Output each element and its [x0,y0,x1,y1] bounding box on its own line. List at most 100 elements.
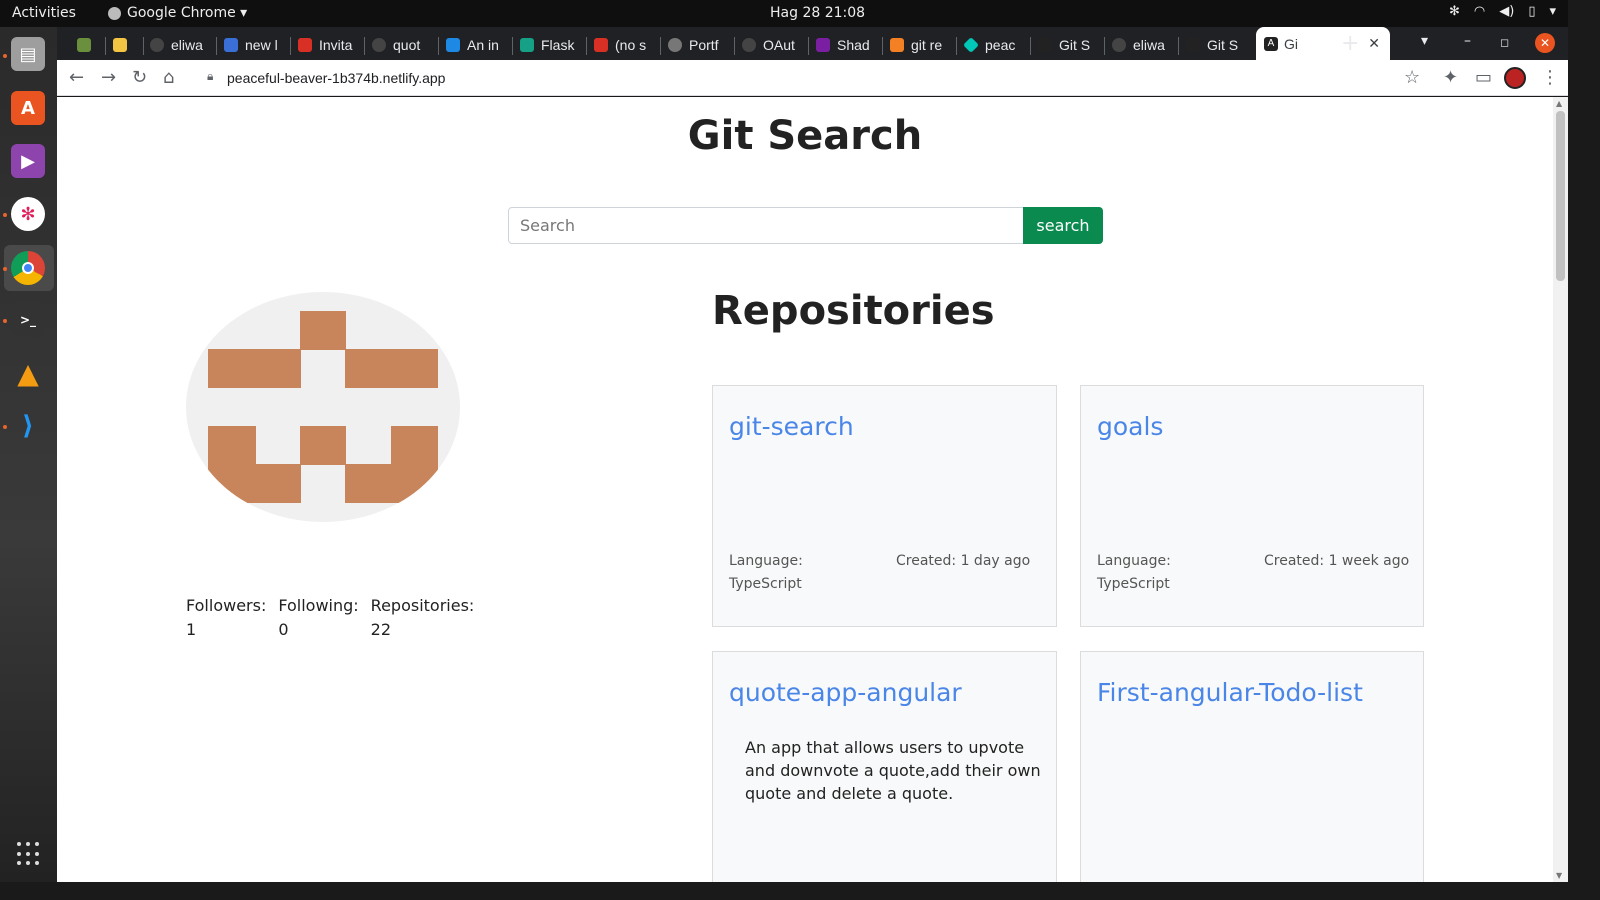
clock[interactable]: Hag 28 21:08 [770,5,865,21]
search-input[interactable] [508,207,1024,244]
browser-tab[interactable] [113,34,137,56]
reload-icon[interactable]: ↻ [132,67,147,88]
profile-avatar[interactable] [1504,67,1526,89]
app-menu-label: Google Chrome ▾ [127,5,248,21]
tab-title: An in [467,37,499,53]
activities-button[interactable]: Activities [12,5,76,21]
repo-name-link[interactable]: git-search [729,412,854,441]
url-text[interactable]: peaceful-beaver-1b374b.netlify.app [227,70,445,86]
menu-icon[interactable]: ⋮ [1541,67,1559,88]
browser-tab[interactable]: Flask [520,34,580,56]
maximize-icon[interactable]: ◻ [1500,36,1509,49]
browser-tab[interactable]: eliwa [1112,34,1172,56]
address-bar[interactable]: 🔒︎ peaceful-beaver-1b374b.netlify.app [199,64,1444,92]
browser-tab[interactable] [77,34,99,56]
following-count: 0 [278,620,289,639]
browser-toolbar: ← → ↻ ⌂ 🔒︎ peaceful-beaver-1b374b.netlif… [57,60,1568,96]
vscode-icon[interactable]: ⟩ [11,409,45,443]
slack-icon[interactable]: ✻ [11,197,45,231]
browser-tab[interactable]: (no s [594,34,654,56]
browser-tab[interactable]: Portf [668,34,728,56]
angular-icon: A [1264,36,1278,51]
active-tab[interactable]: A Gi ✕ [1256,27,1390,60]
chevron-down-icon[interactable]: ▾ [1549,4,1556,19]
repo-card: First-angular-Todo-list [1080,651,1424,882]
battery-icon[interactable]: ▯ [1528,4,1535,19]
system-tray[interactable]: ✻ ◠ ◀) ▯ ▾ [1449,4,1556,19]
chrome-dock-icon[interactable] [11,251,45,285]
close-window-button[interactable]: ✕ [1535,33,1555,53]
scroll-up-icon[interactable]: ▲ [1556,99,1562,108]
minimize-icon[interactable]: – [1464,33,1471,49]
close-tab-icon[interactable]: ✕ [1368,35,1380,52]
repo-created: Created: 1 day ago [896,553,1031,569]
lock-icon[interactable]: 🔒︎ [207,69,213,84]
tab-title: (no s [615,37,647,53]
tab-search-icon[interactable]: ▾ [1421,33,1428,49]
github-icon [742,38,756,52]
terminal-icon[interactable]: >_ [11,303,45,337]
gmail-icon [298,38,312,52]
back-icon[interactable]: ← [69,67,84,88]
files-icon[interactable]: ▤ [11,37,45,71]
repo-name-link[interactable]: First-angular-Todo-list [1097,678,1363,707]
repositories-count: 22 [370,620,392,639]
browser-tab[interactable]: Invita [298,34,358,56]
repo-name-link[interactable]: goals [1097,412,1163,441]
scrollbar-thumb[interactable] [1556,111,1565,281]
browser-tab[interactable]: An in [446,34,506,56]
extensions-icon[interactable]: ✦ [1443,67,1458,88]
cast-icon[interactable]: ▭ [1475,67,1492,88]
browser-tab[interactable]: new l [224,34,284,56]
repo-name-link[interactable]: quote-app-angular [729,678,962,707]
angular-icon [1038,38,1052,52]
software-center-icon[interactable]: A [11,91,45,125]
browser-tab[interactable]: Git S [1186,34,1246,56]
running-indicator [3,319,7,323]
new-tab-button[interactable]: + [1341,31,1359,56]
app-menu[interactable]: Google Chrome ▾ [108,5,247,21]
bookmark-star-icon[interactable]: ☆ [1404,67,1420,88]
home-icon[interactable]: ⌂ [163,67,174,88]
github-icon [150,38,164,52]
vlc-icon[interactable]: ▲ [11,356,45,390]
slack-tray-icon[interactable]: ✻ [1449,4,1460,19]
browser-tab[interactable]: Git S [1038,34,1098,56]
tab-favicon [77,38,91,52]
repo-description: An app that allows users to upvote and d… [745,738,1041,803]
page-scrollbar[interactable]: ▲ ▼ [1553,97,1568,882]
wifi-icon[interactable]: ◠ [1474,4,1485,19]
browser-tab[interactable]: eliwa [150,34,210,56]
tab-title: Shad [837,37,870,53]
following-label: Following: [278,596,359,615]
repo-card: goals Language: TypeScript Created: 1 we… [1080,385,1424,627]
gmail-icon [594,38,608,52]
browser-tab[interactable]: quot [372,34,432,56]
github-icon [372,38,386,52]
search-button[interactable]: search [1023,207,1103,244]
browser-tab[interactable]: OAut [742,34,802,56]
running-indicator [3,213,7,217]
tab-title: eliwa [1133,37,1165,53]
github-icon [1112,38,1126,52]
video-player-icon[interactable]: ▶ [11,144,45,178]
scroll-down-icon[interactable]: ▼ [1556,871,1562,880]
tab-favicon [224,38,238,52]
show-applications-icon[interactable] [17,842,41,866]
tab-favicon [446,38,460,52]
volume-icon[interactable]: ◀) [1499,4,1514,19]
browser-tab[interactable]: git re [890,34,950,56]
dock: ▤ A ▶ ✻ >_ ▲ ⟩ [0,27,57,882]
browser-tab[interactable]: Shad [816,34,876,56]
repositories-stat: Repositories: 22 [371,594,475,642]
angular-icon [1186,38,1200,52]
netlify-icon [964,37,979,53]
repositories-heading: Repositories [712,288,995,334]
tab-favicon [520,38,534,52]
stackoverflow-icon [890,38,904,52]
followers-stat: Followers: 1 [186,594,266,642]
browser-tab[interactable]: peac [964,34,1024,56]
forward-icon[interactable]: → [101,67,116,88]
tab-title: Git S [1059,37,1091,53]
repo-language-value: TypeScript [729,576,802,592]
